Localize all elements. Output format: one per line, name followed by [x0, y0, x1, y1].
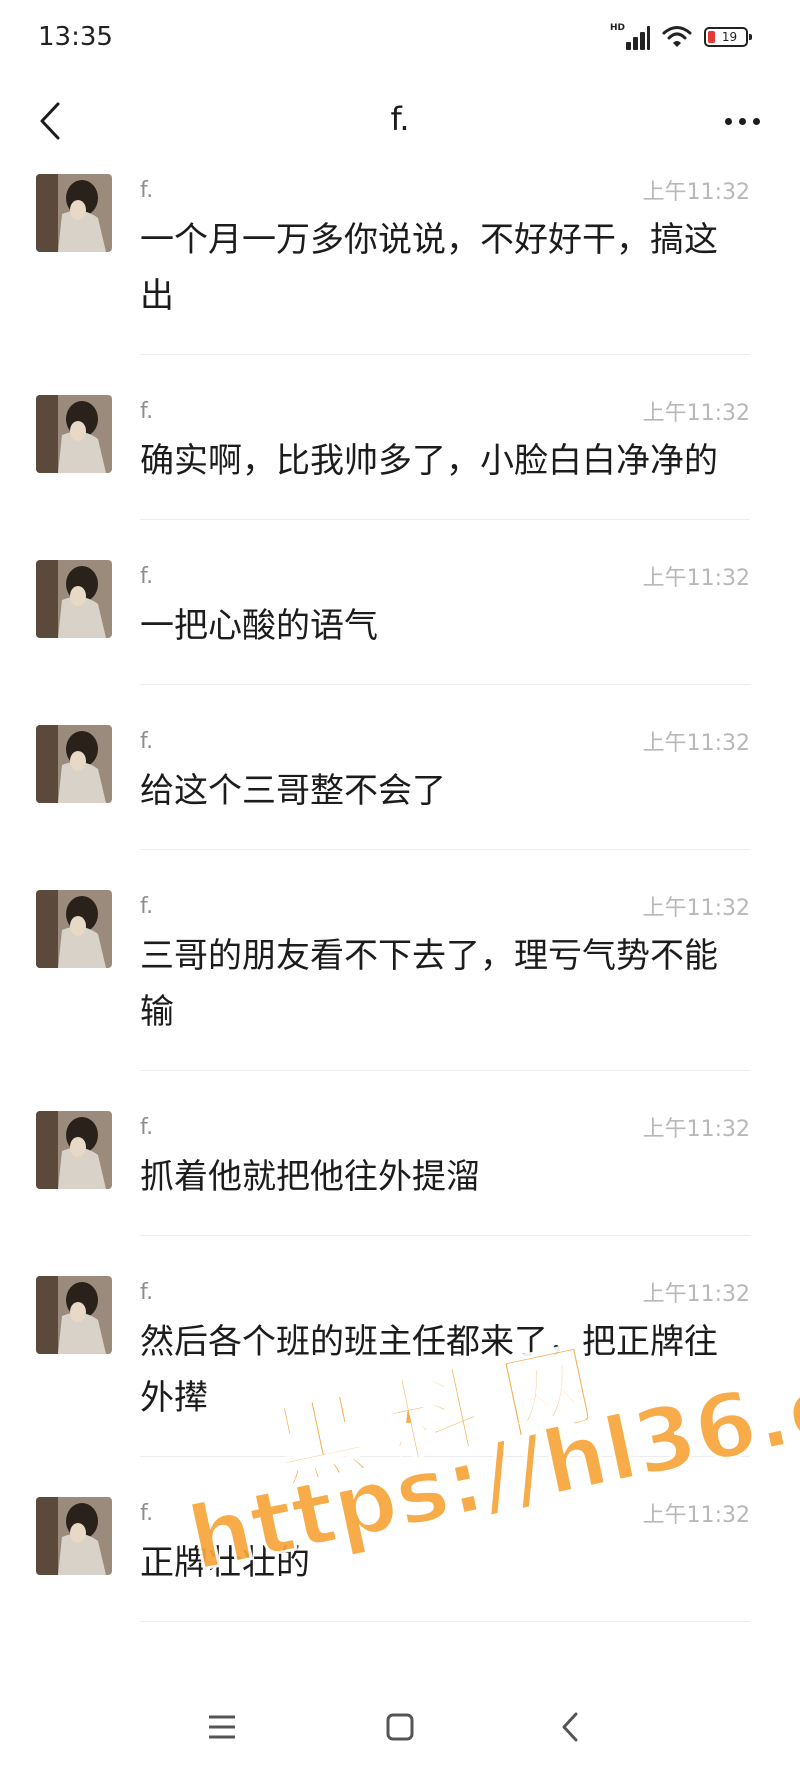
home-button[interactable] [378, 1705, 422, 1749]
message-time: 上午11:32 [642, 1503, 750, 1528]
battery-icon: 19 [704, 27, 752, 47]
message-item[interactable]: f. 上午11:32 一把心酸的语气 [0, 548, 800, 713]
avatar[interactable] [36, 395, 112, 473]
sender-name: f. [140, 177, 154, 203]
message-text: 三哥的朋友看不下去了，理亏气势不能输 [140, 936, 718, 1032]
message-item[interactable]: f. 上午11:32 三哥的朋友看不下去了，理亏气势不能输 [0, 878, 800, 1099]
chat-title: f. [390, 100, 410, 138]
message-text: 一个月一万多你说说，不好好干，搞这出 [140, 220, 718, 316]
more-dots-icon [725, 117, 732, 125]
sender-name: f. [140, 1500, 154, 1526]
message-time: 上午11:32 [642, 1282, 750, 1307]
avatar[interactable] [36, 890, 112, 968]
more-button[interactable] [725, 100, 760, 142]
message-text: 一把心酸的语气 [140, 606, 378, 646]
message-time: 上午11:32 [642, 731, 750, 756]
message-list[interactable]: f. 上午11:32 一个月一万多你说说，不好好干，搞这出 f. 上午11:32… [0, 162, 800, 1637]
navigation-bar [0, 1677, 800, 1777]
message-text: 正牌壮壮的 [140, 1543, 310, 1583]
sender-name: f. [140, 1114, 154, 1140]
message-text: 然后各个班的班主任都来了，把正牌往外撵 [140, 1322, 718, 1418]
message-time: 上午11:32 [642, 566, 750, 591]
avatar[interactable] [36, 725, 112, 803]
message-time: 上午11:32 [642, 896, 750, 921]
avatar[interactable] [36, 174, 112, 252]
message-item[interactable]: f. 上午11:32 抓着他就把他往外提溜 [0, 1099, 800, 1264]
avatar[interactable] [36, 1111, 112, 1189]
nav-back-button[interactable] [548, 1705, 592, 1749]
wifi-icon [662, 26, 692, 47]
message-item[interactable]: f. 上午11:32 一个月一万多你说说，不好好干，搞这出 [0, 162, 800, 383]
message-text: 确实啊，比我帅多了，小脸白白净净的 [140, 441, 718, 481]
battery-level: 19 [721, 30, 738, 44]
status-icons: HD 19 [610, 24, 752, 50]
message-time: 上午11:32 [642, 1117, 750, 1142]
message-text: 抓着他就把他往外提溜 [140, 1157, 480, 1197]
status-time: 13:35 [38, 22, 113, 52]
home-icon [386, 1713, 414, 1741]
message-time: 上午11:32 [642, 401, 750, 426]
sender-name: f. [140, 893, 154, 919]
menu-icon [209, 1715, 235, 1739]
network-badge: HD [610, 23, 626, 33]
avatar[interactable] [36, 560, 112, 638]
message-item[interactable]: f. 上午11:32 然后各个班的班主任都来了，把正牌往外撵 [0, 1264, 800, 1485]
signal-icon: HD [610, 24, 650, 50]
message-time: 上午11:32 [642, 180, 750, 205]
message-item[interactable]: f. 上午11:32 正牌壮壮的 [0, 1485, 800, 1637]
status-bar: 13:35 HD 19 [0, 0, 800, 80]
menu-button[interactable] [200, 1705, 244, 1749]
sender-name: f. [140, 728, 154, 754]
message-text: 给这个三哥整不会了 [140, 771, 446, 811]
avatar[interactable] [36, 1497, 112, 1575]
avatar[interactable] [36, 1276, 112, 1354]
back-icon [562, 1712, 578, 1742]
message-item[interactable]: f. 上午11:32 确实啊，比我帅多了，小脸白白净净的 [0, 383, 800, 548]
sender-name: f. [140, 1279, 154, 1305]
message-item[interactable]: f. 上午11:32 给这个三哥整不会了 [0, 713, 800, 878]
title-bar: f. [0, 80, 800, 162]
sender-name: f. [140, 563, 154, 589]
sender-name: f. [140, 398, 154, 424]
